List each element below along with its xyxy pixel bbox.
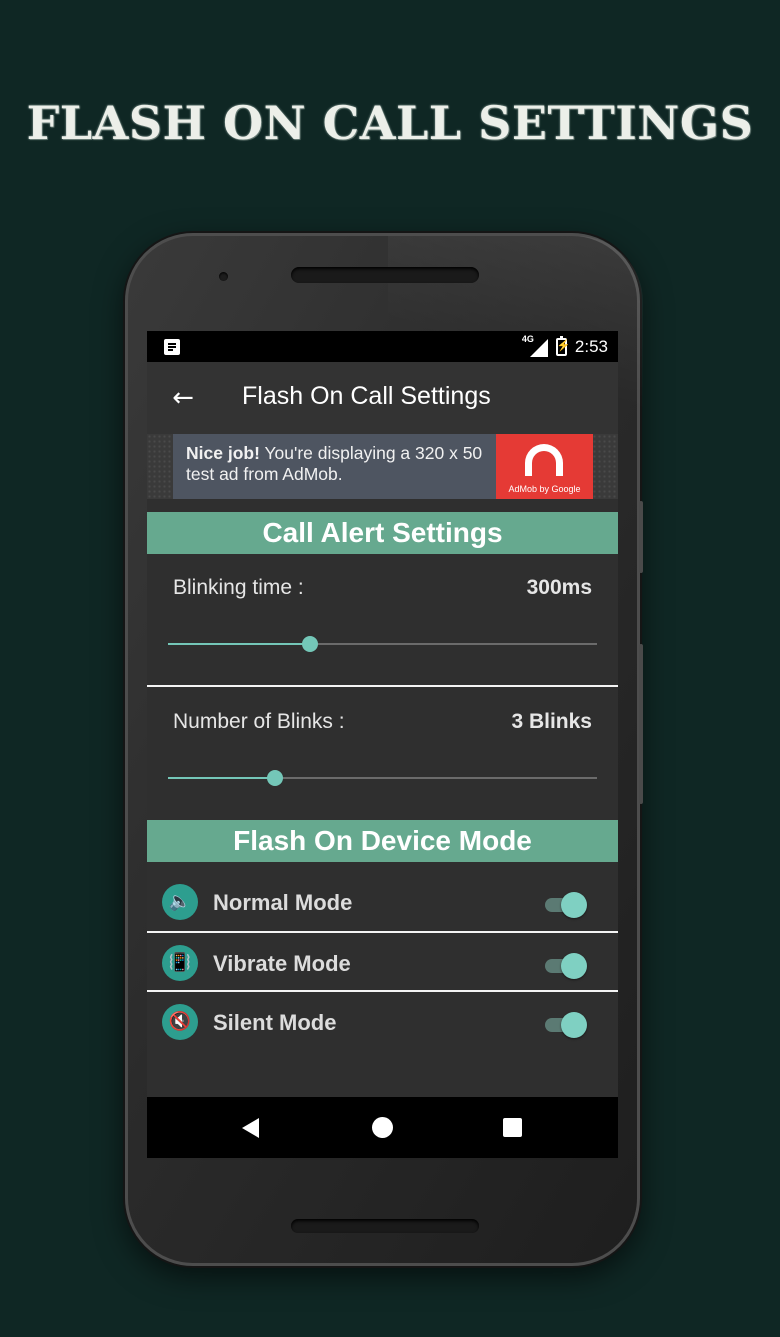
nav-recents-icon[interactable] <box>503 1118 522 1137</box>
mode-row-normal: 🔈 Normal Mode <box>147 878 618 936</box>
blink-count-setting: Number of Blinks : 3 Blinks <box>147 688 618 823</box>
mode-label: Silent Mode <box>213 1010 337 1035</box>
bottom-speaker <box>291 1219 479 1233</box>
phone-screen: 4G ⚡ 2:53 ← Flash On Call Settings Nice … <box>147 331 618 1158</box>
power-button <box>639 501 643 573</box>
admob-logo: AdMob by Google <box>496 434 593 499</box>
blink-count-label: Number of Blinks : <box>173 710 345 733</box>
normal-mode-toggle[interactable] <box>545 892 587 918</box>
signal-icon: 4G <box>522 334 548 357</box>
arrow-left-icon[interactable]: ← <box>167 384 199 412</box>
volume-button <box>639 644 643 804</box>
divider <box>147 990 618 992</box>
blinking-time-setting: Blinking time : 300ms <box>147 554 618 689</box>
ad-bold-text: Nice job! <box>186 443 260 463</box>
blink-count-value: 3 Blinks <box>511 710 592 733</box>
divider <box>147 685 618 687</box>
divider <box>147 931 618 933</box>
nav-home-icon[interactable] <box>372 1117 393 1138</box>
status-time: 2:53 <box>574 337 608 356</box>
admob-icon <box>525 444 563 476</box>
mode-label: Vibrate Mode <box>213 951 351 976</box>
admob-caption: AdMob by Google <box>508 484 581 494</box>
app-bar: ← Flash On Call Settings <box>147 362 618 434</box>
vibrate-mode-toggle[interactable] <box>545 953 587 979</box>
battery-charging-icon: ⚡ <box>555 336 571 356</box>
vibrate-icon: 📳 <box>162 945 198 981</box>
device-mode-header: Flash On Device Mode <box>147 820 618 862</box>
ad-strip: Nice job! You're displaying a 320 x 50 t… <box>147 434 618 499</box>
mode-row-silent: 🔇 Silent Mode <box>147 998 618 1056</box>
mode-row-vibrate: 📳 Vibrate Mode <box>147 939 618 997</box>
nav-bar <box>147 1097 618 1158</box>
mute-icon: 🔇 <box>162 1004 198 1040</box>
ad-text: Nice job! You're displaying a 320 x 50 t… <box>173 434 496 499</box>
promo-headline: FLASH ON CALL SETTINGS <box>26 96 754 150</box>
silent-mode-toggle[interactable] <box>545 1012 587 1038</box>
earpiece-speaker <box>291 267 479 283</box>
status-right: 4G ⚡ 2:53 <box>522 334 608 359</box>
speaker-icon: 🔈 <box>162 884 198 920</box>
blinking-time-label: Blinking time : <box>173 576 304 599</box>
nav-back-icon[interactable] <box>242 1118 259 1138</box>
ad-banner[interactable]: Nice job! You're displaying a 320 x 50 t… <box>173 434 593 499</box>
page-title: Flash On Call Settings <box>242 382 491 410</box>
front-camera <box>219 272 228 281</box>
notification-icon <box>164 339 180 355</box>
slider-thumb[interactable] <box>267 770 284 786</box>
status-bar: 4G ⚡ 2:53 <box>147 331 618 362</box>
blinking-time-slider[interactable] <box>168 636 597 652</box>
blinking-time-value: 300ms <box>526 576 592 599</box>
blink-count-slider[interactable] <box>168 770 597 786</box>
call-alert-header: Call Alert Settings <box>147 512 618 554</box>
mode-label: Normal Mode <box>213 890 353 915</box>
slider-thumb[interactable] <box>301 636 318 652</box>
